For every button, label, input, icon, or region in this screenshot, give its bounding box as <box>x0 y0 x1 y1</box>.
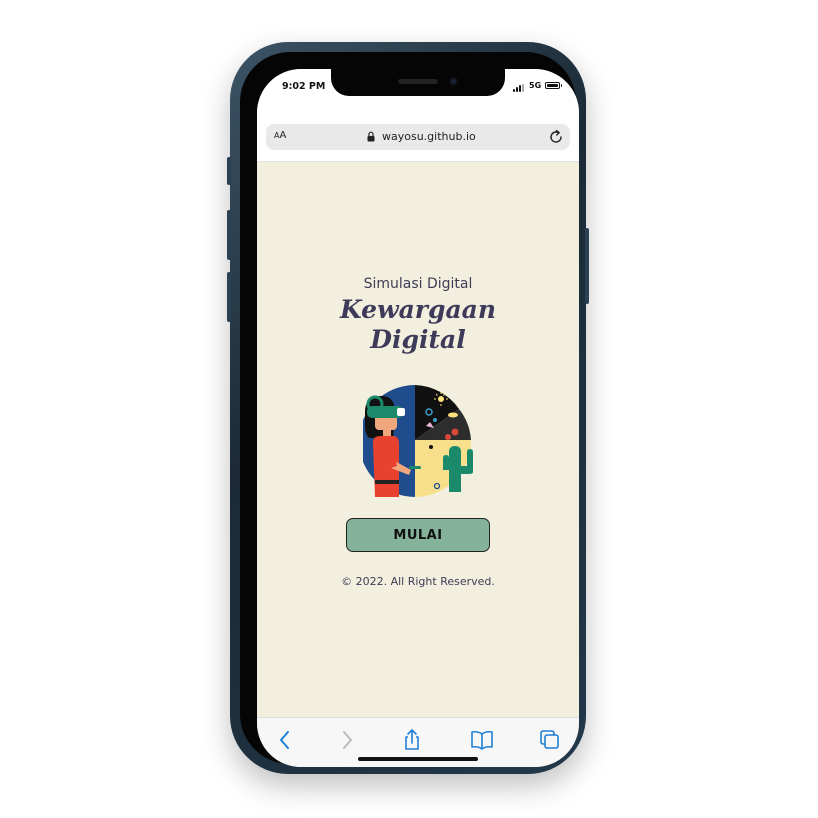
reload-icon[interactable] <box>547 128 565 146</box>
text-size-button[interactable]: AA <box>274 130 286 141</box>
notch <box>331 69 505 96</box>
share-icon[interactable] <box>400 728 424 752</box>
front-camera <box>449 77 458 86</box>
volume-down-button <box>227 272 231 322</box>
lock-icon <box>367 131 375 142</box>
home-indicator[interactable] <box>358 757 478 761</box>
title-line-1: Kewargaan <box>339 295 497 324</box>
battery-icon <box>545 82 562 89</box>
browser-address-area: AA wayosu.github.io <box>257 109 579 162</box>
signal-icon <box>513 84 527 92</box>
bezel: 9:02 PM 5G AA wayosu.github.io Simulasi … <box>240 52 579 767</box>
tabs-icon[interactable] <box>538 728 562 752</box>
url-text: wayosu.github.io <box>382 130 476 143</box>
volume-up-button <box>227 210 231 260</box>
silent-switch <box>227 157 231 185</box>
page-title: Kewargaan Digital <box>257 295 579 355</box>
page-content: Simulasi Digital Kewargaan Digital MULAI… <box>257 162 579 717</box>
bookmarks-icon[interactable] <box>470 728 494 752</box>
title-line-2: Digital <box>370 325 466 354</box>
network-type: 5G <box>529 81 542 90</box>
speaker <box>398 79 438 84</box>
page-subtitle: Simulasi Digital <box>363 276 473 292</box>
vr-illustration <box>363 385 473 497</box>
address-bar[interactable]: AA wayosu.github.io <box>266 124 570 150</box>
start-button[interactable]: MULAI <box>346 518 490 552</box>
status-time: 9:02 PM <box>282 81 326 92</box>
back-icon[interactable] <box>273 728 297 752</box>
screen: 9:02 PM 5G AA wayosu.github.io Simulasi … <box>257 69 579 767</box>
status-bar: 9:02 PM 5G <box>257 69 579 109</box>
copyright-text: © 2022. All Right Reserved. <box>341 575 495 588</box>
forward-icon[interactable] <box>335 728 359 752</box>
power-button <box>585 228 589 304</box>
phone-frame: 9:02 PM 5G AA wayosu.github.io Simulasi … <box>227 42 589 774</box>
